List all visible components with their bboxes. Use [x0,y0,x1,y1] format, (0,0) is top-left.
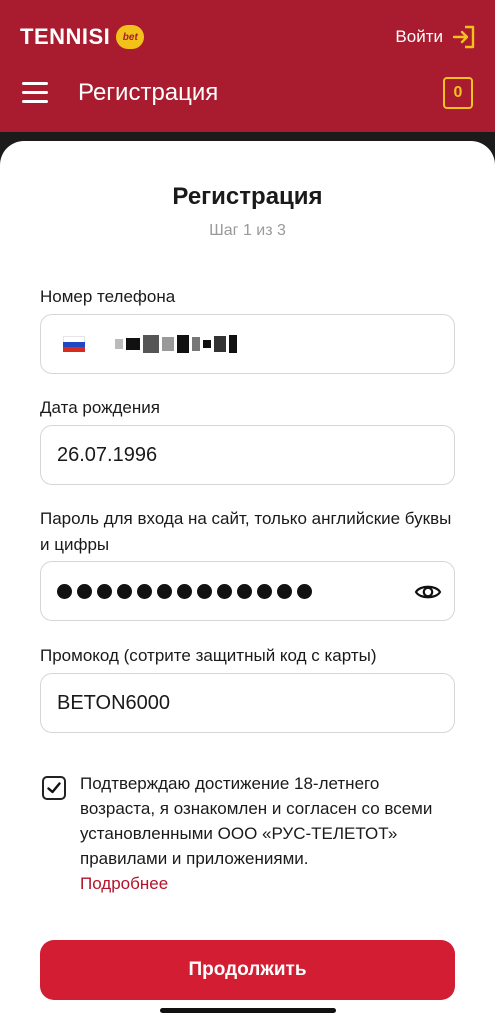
menu-icon[interactable] [22,82,48,104]
password-dot [197,583,212,599]
password-dot [77,583,92,599]
login-label: Войти [395,27,443,46]
password-dot [237,583,252,599]
birth-date-label: Дата рождения [40,398,160,417]
phone-masked-value [115,335,237,353]
logo[interactable]: TENNISI bet [20,24,145,50]
continue-button[interactable]: Продолжить [40,940,455,1000]
phone-label: Номер телефона [40,287,176,306]
birth-date-field[interactable] [40,425,455,485]
coupon-count: 0 [453,84,463,101]
password-dot [257,583,272,599]
promo-input[interactable] [57,691,438,715]
logo-text: TENNISI [20,24,111,49]
home-indicator [160,1008,336,1013]
consent-checkbox[interactable] [42,776,66,800]
form-title: Регистрация [172,183,323,210]
birth-date-input[interactable] [57,443,438,467]
more-link[interactable]: Подробнее [80,871,168,896]
consent-text: Подтверждаю достижение 18-летнего возрас… [80,774,433,868]
eye-icon[interactable] [414,580,442,604]
password-dot [217,583,232,599]
checkmark-icon [47,782,61,794]
password-field[interactable] [40,561,455,621]
password-dot [157,583,172,599]
promo-label: Промокод (сотрите защитный код с карты) [40,646,377,665]
password-dot [97,583,112,599]
login-icon [452,25,475,49]
registration-sheet: Регистрация Шаг 1 из 3 Номер телефона Да… [0,141,495,1024]
password-label: Пароль для входа на сайт, только английс… [40,509,452,554]
phone-field[interactable] [40,314,455,374]
step-indicator: Шаг 1 из 3 [209,222,286,239]
page-title: Регистрация [78,79,219,106]
coupon-icon[interactable]: 0 [443,77,473,109]
password-dot [177,583,192,599]
password-dot [117,583,132,599]
password-dots [57,583,312,599]
russia-flag-icon[interactable] [63,336,85,352]
login-button[interactable]: Войти [395,24,477,50]
password-dot [137,583,152,599]
password-dot [57,583,72,599]
continue-label: Продолжить [188,959,307,980]
app-header: TENNISI bet Войти Регистрация 0 [0,0,495,132]
logo-badge: bet [116,25,145,49]
password-dot [277,583,292,599]
password-dot [297,583,312,599]
promo-field[interactable] [40,673,455,733]
